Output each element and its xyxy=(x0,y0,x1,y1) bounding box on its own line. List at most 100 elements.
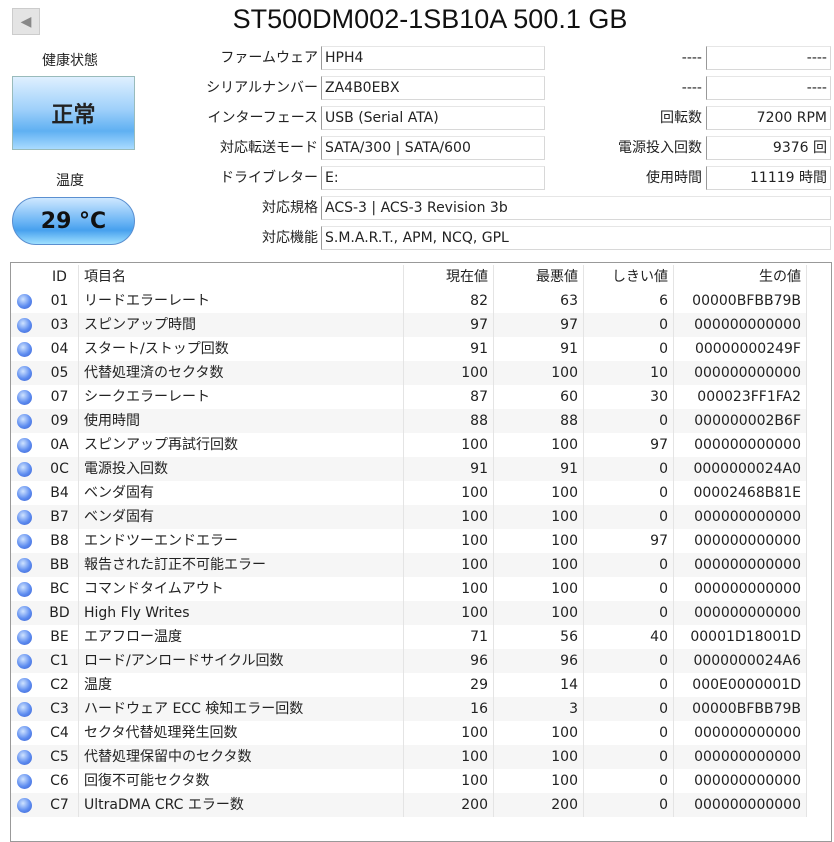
cell-current: 87 xyxy=(404,385,494,409)
health-status-button[interactable]: 正常 xyxy=(12,76,135,150)
status-ok-icon xyxy=(17,558,32,573)
smart-table[interactable]: ID 項目名 現在値 最悪値 しきい値 生の値 01 リードエラーレート 82 63 6 00000B… xyxy=(10,262,832,842)
cell-threshold: 0 xyxy=(584,409,674,433)
cell-name: ロード/アンロードサイクル回数 xyxy=(79,649,404,673)
cell-current: 82 xyxy=(404,289,494,313)
cell-name: ハードウェア ECC 検知エラー回数 xyxy=(79,697,404,721)
cell-raw: 000000000000 xyxy=(674,601,807,625)
table-row[interactable]: 0C 電源投入回数 91 91 0 0000000024A0 xyxy=(11,457,807,481)
status-cell xyxy=(11,457,41,481)
status-cell xyxy=(11,793,41,817)
cell-id: BC xyxy=(41,577,79,601)
cell-name: シークエラーレート xyxy=(79,385,404,409)
cell-worst: 100 xyxy=(494,505,584,529)
header-status[interactable] xyxy=(11,265,41,289)
table-row[interactable]: B8 エンドツーエンドエラー 100 100 97 000000000000 xyxy=(11,529,807,553)
cell-name: スピンアップ時間 xyxy=(79,313,404,337)
cell-name: 報告された訂正不可能エラー xyxy=(79,553,404,577)
cell-worst: 100 xyxy=(494,553,584,577)
cell-threshold: 97 xyxy=(584,529,674,553)
header-current[interactable]: 現在値 xyxy=(404,265,494,289)
status-cell xyxy=(11,529,41,553)
info-label: ---- xyxy=(681,50,702,66)
header-name[interactable]: 項目名 xyxy=(79,265,404,289)
table-row[interactable]: BB 報告された訂正不可能エラー 100 100 0 000000000000 xyxy=(11,553,807,577)
back-button[interactable]: ◀ xyxy=(12,8,40,35)
cell-worst: 100 xyxy=(494,577,584,601)
table-row[interactable]: C5 代替処理保留中のセクタ数 100 100 0 000000000000 xyxy=(11,745,807,769)
table-row[interactable]: 09 使用時間 88 88 0 000000002B6F xyxy=(11,409,807,433)
table-row[interactable]: C2 温度 29 14 0 000E0000001D xyxy=(11,673,807,697)
status-ok-icon xyxy=(17,678,32,693)
cell-current: 71 xyxy=(404,625,494,649)
table-row[interactable]: 03 スピンアップ時間 97 97 0 000000000000 xyxy=(11,313,807,337)
temperature-button[interactable]: 29 °C xyxy=(12,197,135,245)
status-cell xyxy=(11,673,41,697)
cell-raw: 00000BFBB79B xyxy=(674,697,807,721)
cell-id: 03 xyxy=(41,313,79,337)
status-ok-icon xyxy=(17,654,32,669)
status-ok-icon xyxy=(17,750,32,765)
cell-worst: 100 xyxy=(494,433,584,457)
table-row[interactable]: 05 代替処理済のセクタ数 100 100 10 000000000000 xyxy=(11,361,807,385)
table-row[interactable]: BE エアフロー温度 71 56 40 00001D18001D xyxy=(11,625,807,649)
cell-name: ベンダ固有 xyxy=(79,505,404,529)
cell-name: 代替処理保留中のセクタ数 xyxy=(79,745,404,769)
table-header: ID 項目名 現在値 最悪値 しきい値 生の値 xyxy=(11,265,807,289)
cell-current: 100 xyxy=(404,433,494,457)
info-value: ---- xyxy=(706,46,831,70)
cell-raw: 000000000000 xyxy=(674,361,807,385)
cell-threshold: 0 xyxy=(584,577,674,601)
cell-current: 16 xyxy=(404,697,494,721)
table-row[interactable]: C1 ロード/アンロードサイクル回数 96 96 0 0000000024A6 xyxy=(11,649,807,673)
cell-id: 07 xyxy=(41,385,79,409)
cell-raw: 000023FF1FA2 xyxy=(674,385,807,409)
cell-name: セクタ代替処理発生回数 xyxy=(79,721,404,745)
table-row[interactable]: 04 スタート/ストップ回数 91 91 0 00000000249F xyxy=(11,337,807,361)
table-row[interactable]: 07 シークエラーレート 87 60 30 000023FF1FA2 xyxy=(11,385,807,409)
cell-threshold: 0 xyxy=(584,457,674,481)
cell-worst: 63 xyxy=(494,289,584,313)
cell-threshold: 0 xyxy=(584,649,674,673)
header-raw[interactable]: 生の値 xyxy=(674,265,807,289)
cell-raw: 00002468B81E xyxy=(674,481,807,505)
table-row[interactable]: C4 セクタ代替処理発生回数 100 100 0 000000000000 xyxy=(11,721,807,745)
cell-current: 100 xyxy=(404,481,494,505)
cell-threshold: 0 xyxy=(584,601,674,625)
header-worst[interactable]: 最悪値 xyxy=(494,265,584,289)
table-row[interactable]: 0A スピンアップ再試行回数 100 100 97 000000000000 xyxy=(11,433,807,457)
cell-worst: 56 xyxy=(494,625,584,649)
cell-current: 100 xyxy=(404,721,494,745)
cell-current: 100 xyxy=(404,745,494,769)
table-row[interactable]: B4 ベンダ固有 100 100 0 00002468B81E xyxy=(11,481,807,505)
cell-worst: 100 xyxy=(494,769,584,793)
info-value: 9376 回 xyxy=(706,136,831,160)
status-ok-icon xyxy=(17,342,32,357)
cell-id: C1 xyxy=(41,649,79,673)
table-row[interactable]: C3 ハードウェア ECC 検知エラー回数 16 3 0 00000BFBB79B xyxy=(11,697,807,721)
cell-raw: 000000000000 xyxy=(674,529,807,553)
table-row[interactable]: C7 UltraDMA CRC エラー数 200 200 0 000000000000 xyxy=(11,793,807,817)
table-row[interactable]: 01 リードエラーレート 82 63 6 00000BFBB79B xyxy=(11,289,807,313)
info-label: 対応機能 xyxy=(262,230,318,246)
header-id[interactable]: ID xyxy=(41,265,79,289)
header-threshold[interactable]: しきい値 xyxy=(584,265,674,289)
cell-id: 0C xyxy=(41,457,79,481)
cell-id: 05 xyxy=(41,361,79,385)
cell-raw: 000000002B6F xyxy=(674,409,807,433)
info-label: 使用時間 xyxy=(646,170,702,186)
status-ok-icon xyxy=(17,486,32,501)
cell-id: C2 xyxy=(41,673,79,697)
table-row[interactable]: B7 ベンダ固有 100 100 0 000000000000 xyxy=(11,505,807,529)
table-row[interactable]: BC コマンドタイムアウト 100 100 0 000000000000 xyxy=(11,577,807,601)
status-ok-icon xyxy=(17,462,32,477)
info-label: 電源投入回数 xyxy=(618,140,702,156)
cell-raw: 000E0000001D xyxy=(674,673,807,697)
cell-raw: 000000000000 xyxy=(674,313,807,337)
drive-title: ST500DM002-1SB10A 500.1 GB xyxy=(232,4,628,34)
cell-raw: 000000000000 xyxy=(674,433,807,457)
cell-id: C3 xyxy=(41,697,79,721)
info-label: ドライブレター xyxy=(220,170,318,186)
table-row[interactable]: BD High Fly Writes 100 100 0 000000000000 xyxy=(11,601,807,625)
table-row[interactable]: C6 回復不可能セクタ数 100 100 0 000000000000 xyxy=(11,769,807,793)
